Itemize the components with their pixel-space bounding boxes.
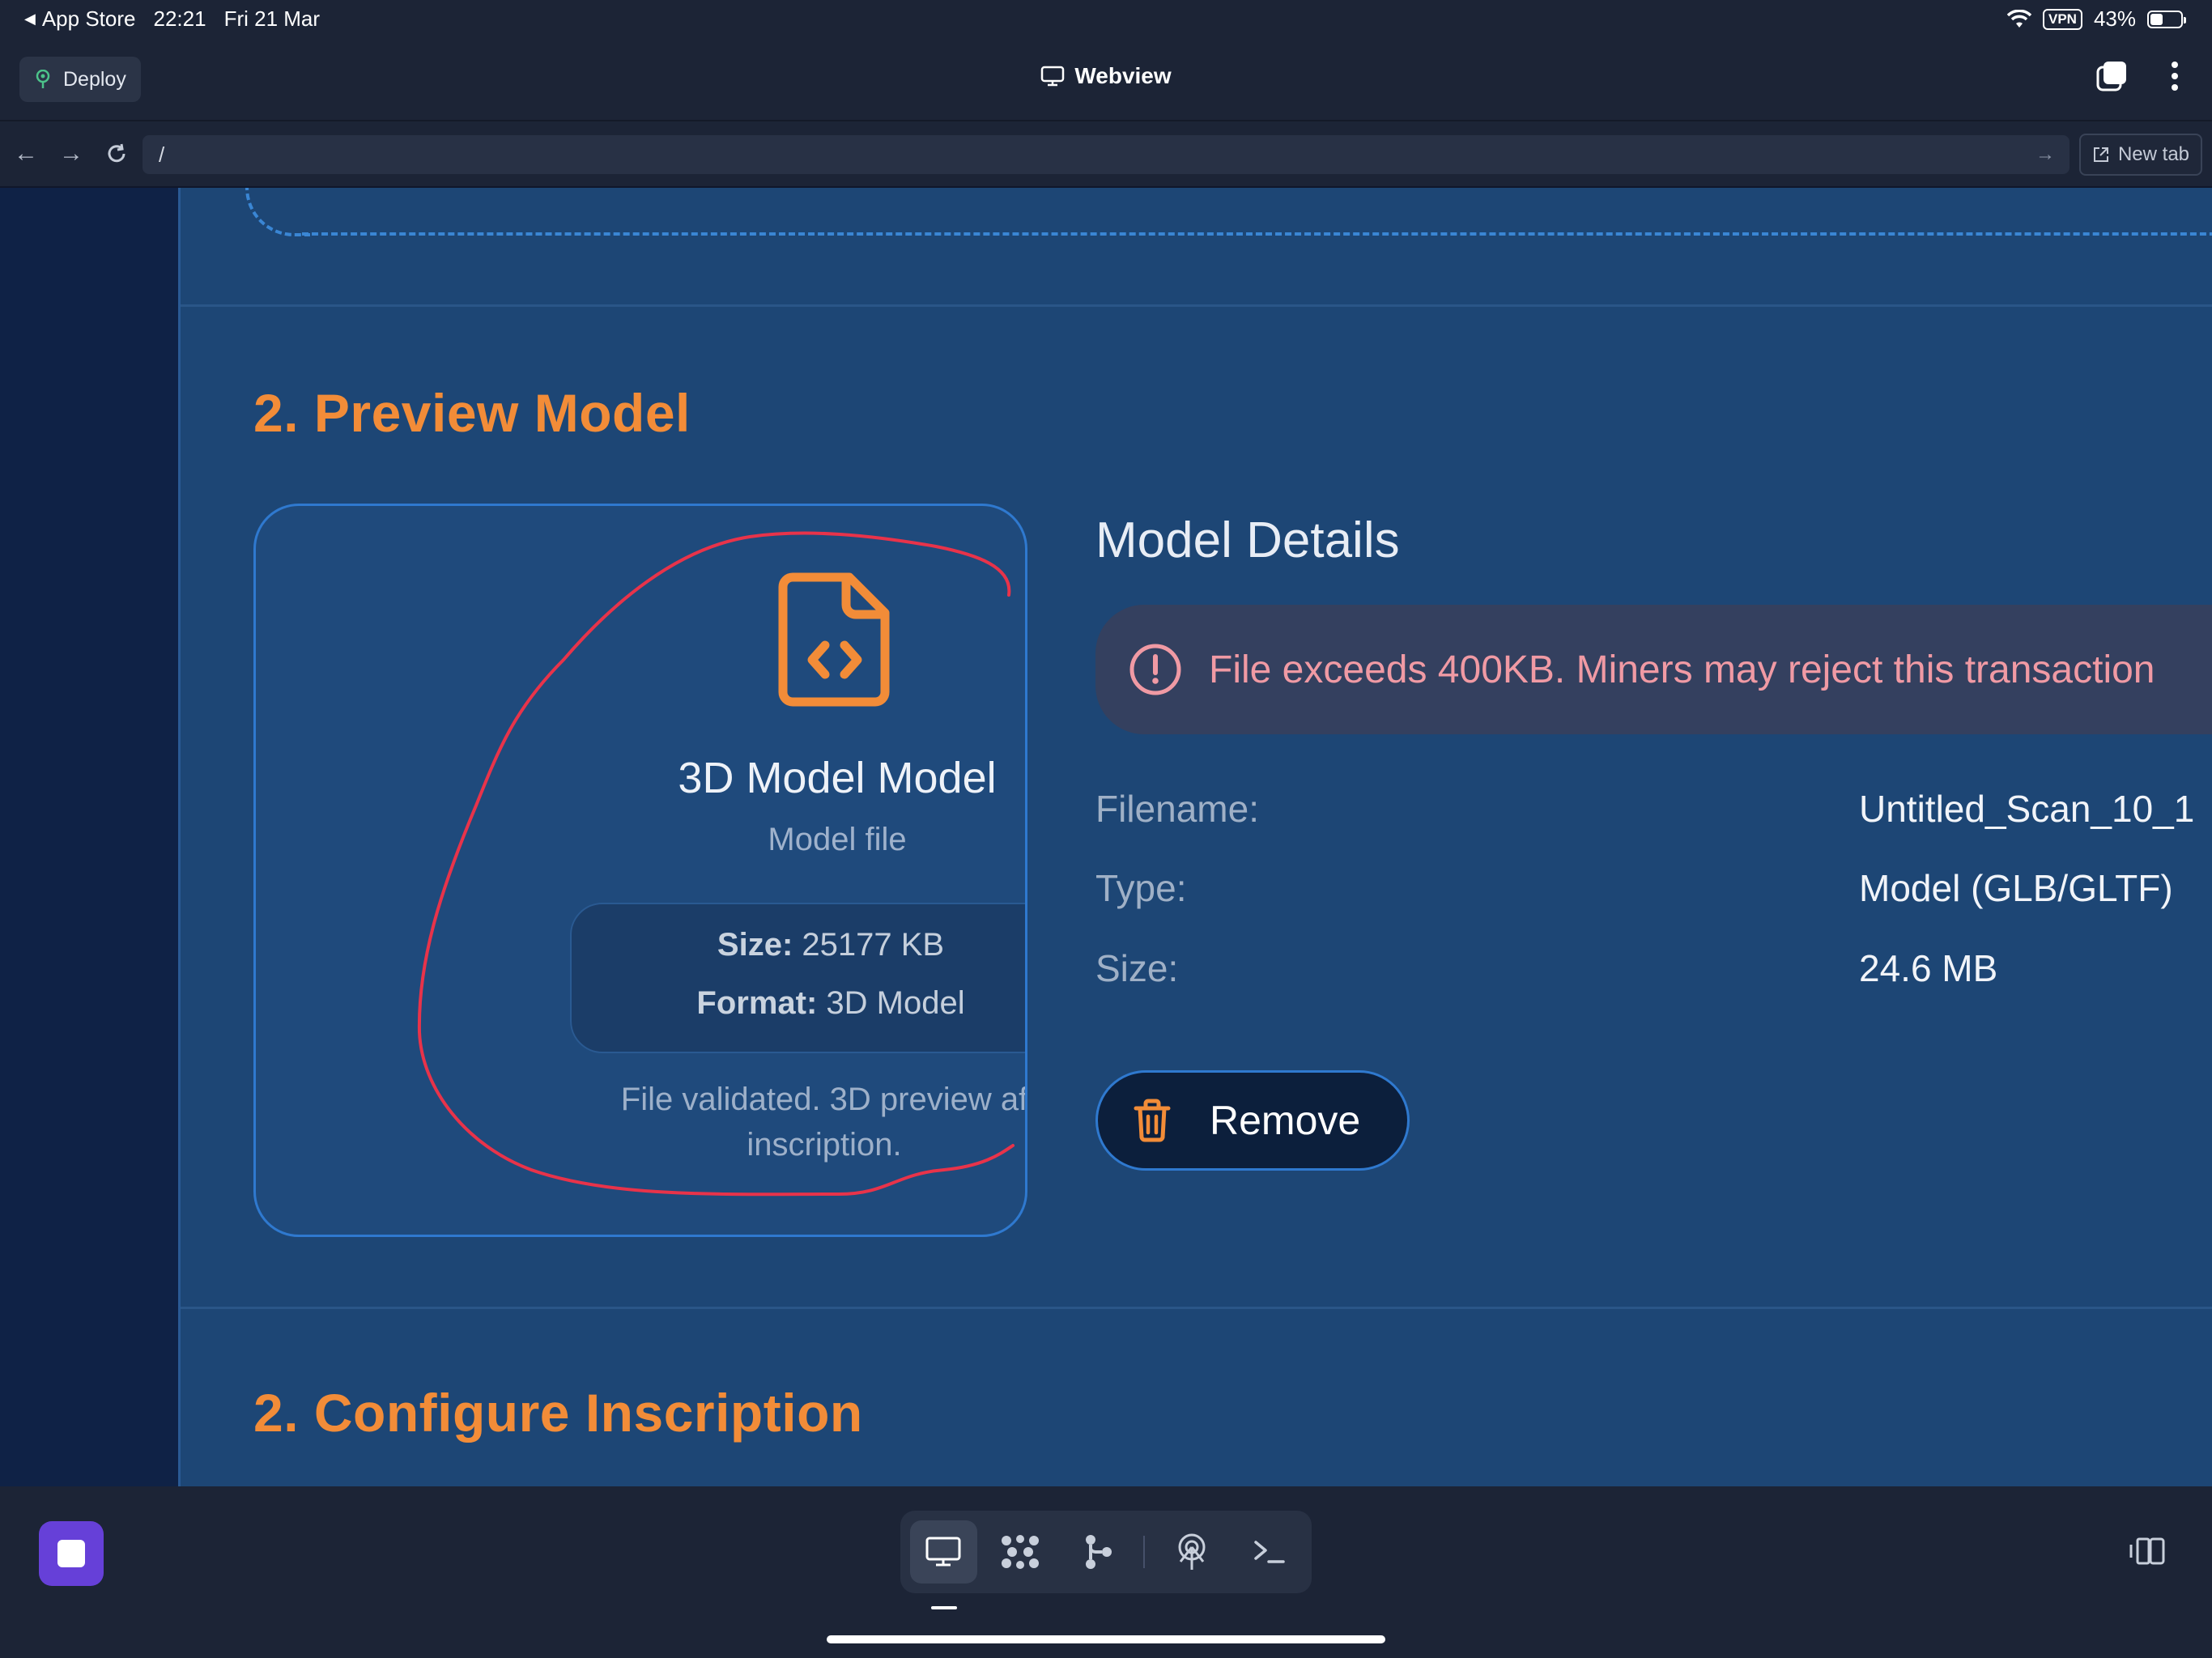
wifi-icon: [2006, 9, 2031, 28]
back-to-app[interactable]: ◀ App Store: [24, 6, 135, 32]
model-meta-box: Size: 25177 KB Format: 3D Model: [570, 903, 1025, 1053]
model-preview-card: 3D Model Model Model file Size: 25177 KB…: [253, 504, 1027, 1237]
remove-label: Remove: [1210, 1098, 1361, 1143]
section-divider: [181, 1307, 2212, 1309]
status-right: VPN 43%: [2006, 6, 2186, 32]
size-line: Size: 25177 KB: [572, 927, 1025, 963]
detail-value: 24.6 MB: [1859, 947, 1998, 989]
app-bar: Deploy Webview: [0, 39, 2212, 121]
warning-text: File exceeds 400KB. Miners may reject th…: [1209, 648, 2155, 691]
terminal-icon: [1253, 1541, 1285, 1563]
size-label: Size:: [717, 927, 793, 963]
configure-section-title: 2. Configure Inscription: [253, 1383, 863, 1443]
dots-grid-icon: [1002, 1535, 1040, 1569]
detail-value: Untitled_Scan_10_1: [1859, 788, 2195, 830]
status-left: ◀ App Store 22:21 Fri 21 Mar: [24, 6, 320, 32]
tabs-icon[interactable]: [2095, 60, 2128, 92]
home-indicator[interactable]: [827, 1635, 1385, 1643]
format-label: Format:: [696, 985, 818, 1021]
monitor-icon: [1041, 66, 1065, 87]
tool-git[interactable]: [1064, 1520, 1131, 1584]
back-app-label: App Store: [41, 6, 136, 31]
battery-icon: [2147, 10, 2186, 28]
section-divider: [181, 304, 2212, 307]
model-details-title: Model Details: [1095, 512, 1400, 568]
file-code-icon: [778, 572, 890, 707]
app-bar-actions: [2095, 60, 2180, 92]
detail-row-type: Type: Model (GLB/GLTF): [1095, 866, 2212, 915]
detail-row-filename: Filename: Untitled_Scan_10_1: [1095, 787, 2212, 835]
url-text: /: [159, 142, 165, 167]
stop-button[interactable]: [39, 1521, 104, 1586]
page-side-panel: [0, 188, 178, 1486]
monitor-icon: [925, 1537, 961, 1567]
bottom-dock: [0, 1486, 2212, 1658]
arrow-right-icon[interactable]: →: [57, 139, 86, 168]
detail-label: Filename:: [1095, 788, 1259, 830]
dock-toolbar: [900, 1511, 1312, 1593]
tool-deploy[interactable]: [1158, 1520, 1225, 1584]
webview-title-text: Webview: [1074, 63, 1172, 88]
tool-webview[interactable]: [910, 1520, 977, 1584]
model-card-subtitle: Model file: [768, 822, 907, 857]
detail-row-size: Size: 24.6 MB: [1095, 946, 2212, 995]
antenna-icon: [1178, 1533, 1206, 1570]
validation-note: File validated. 3D preview af inscriptio…: [557, 1077, 1027, 1167]
more-vertical-icon[interactable]: [2170, 60, 2180, 92]
tool-terminal[interactable]: [1235, 1520, 1302, 1584]
webview-content[interactable]: 2. Preview Model 3D Model Model Model fi…: [178, 188, 2212, 1486]
chevron-left-icon: ◀: [24, 11, 36, 27]
preview-section-title: 2. Preview Model: [253, 383, 691, 443]
detail-value: Model (GLB/GLTF): [1859, 867, 2173, 909]
external-link-icon: [2093, 147, 2108, 162]
go-arrow-icon[interactable]: →: [2035, 135, 2055, 174]
trash-icon: [1134, 1099, 1171, 1142]
upload-dropzone-border: [245, 188, 310, 236]
arrow-left-icon[interactable]: ←: [11, 139, 40, 168]
side-panel-toggle[interactable]: [2128, 1535, 2167, 1571]
new-tab-label: New tab: [2117, 143, 2190, 165]
side-panel-icon: [2129, 1537, 2165, 1565]
tool-grid[interactable]: [987, 1520, 1054, 1584]
git-branch-icon: [1086, 1535, 1112, 1569]
new-tab-button[interactable]: New tab: [2079, 134, 2202, 176]
validation-note-line1: File validated. 3D preview af: [620, 1082, 1027, 1117]
status-bar: ◀ App Store 22:21 Fri 21 Mar VPN 43%: [0, 0, 2212, 39]
vpn-badge: VPN: [2042, 8, 2082, 30]
format-line: Format: 3D Model: [572, 985, 1025, 1022]
validation-note-line2: inscription.: [747, 1127, 902, 1163]
status-time: 22:21: [153, 6, 206, 31]
url-bar: ← → / → New tab: [0, 121, 2212, 188]
upload-dropzone-border-bottom: [302, 232, 2212, 236]
stop-icon: [57, 1540, 85, 1567]
format-value: 3D Model: [826, 985, 965, 1021]
webview-title: Webview: [0, 63, 2212, 89]
active-tool-indicator: [931, 1606, 957, 1609]
ipad-screen: ◀ App Store 22:21 Fri 21 Mar VPN 43% Dep…: [0, 0, 2212, 1658]
status-date: Fri 21 Mar: [223, 6, 321, 31]
reload-icon[interactable]: [102, 139, 131, 168]
size-value: 25177 KB: [802, 927, 945, 963]
model-card-title: 3D Model Model: [678, 754, 997, 802]
alert-circle-icon: [1129, 644, 1181, 695]
size-warning-alert: File exceeds 400KB. Miners may reject th…: [1095, 605, 2212, 734]
url-input[interactable]: / →: [143, 135, 2069, 174]
detail-label: Type:: [1095, 867, 1187, 909]
remove-button[interactable]: Remove: [1095, 1070, 1410, 1171]
detail-label: Size:: [1095, 947, 1179, 989]
battery-percent: 43%: [2093, 6, 2136, 31]
toolbar-separator: [1143, 1536, 1146, 1568]
battery-level: [2150, 13, 2163, 25]
